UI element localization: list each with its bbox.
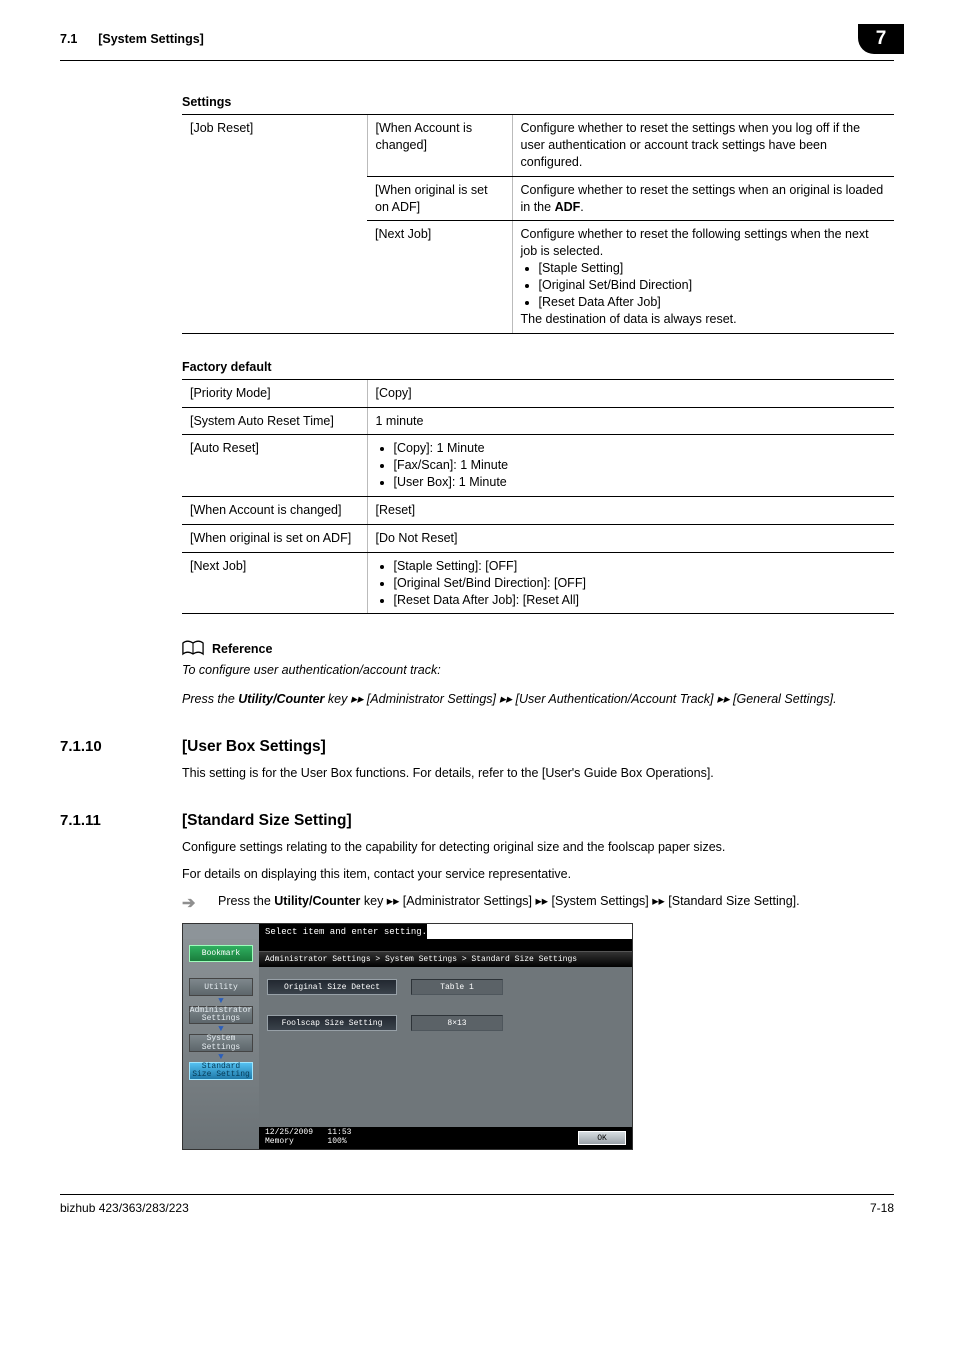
factory-value: [Staple Setting]: [OFF] [Original Set/Bi…: [367, 552, 894, 614]
heading-title: [User Box Settings]: [182, 738, 326, 756]
table-row: [When Account is changed] [Reset]: [182, 497, 894, 525]
factory-value: [Copy]: [367, 379, 894, 407]
page-number: 7-18: [870, 1201, 894, 1215]
factory-key: [Priority Mode]: [182, 379, 367, 407]
nav-utility-button[interactable]: Utility: [189, 978, 253, 996]
setting-option: [When original is set on ADF]: [367, 176, 512, 221]
page-header: 7.1 [System Settings] 7: [60, 32, 894, 54]
settings-table: [Job Reset] [When Account is changed] Co…: [182, 114, 894, 334]
book-icon: [182, 640, 204, 657]
reference-title: Reference: [212, 642, 272, 656]
bookmark-button[interactable]: Bookmark: [189, 945, 253, 962]
list-item: [Fax/Scan]: 1 Minute: [394, 457, 887, 474]
factory-key: [When Account is changed]: [182, 497, 367, 525]
embedded-screenshot: Select item and enter setting. Bookmark …: [182, 923, 633, 1150]
product-name: bizhub 423/363/283/223: [60, 1201, 189, 1215]
factory-key: [When original is set on ADF]: [182, 524, 367, 552]
list-item: [Original Set/Bind Direction]: [OFF]: [394, 575, 887, 592]
factory-value: [Do Not Reset]: [367, 524, 894, 552]
factory-value: 1 minute: [367, 407, 894, 435]
factory-value: [Reset]: [367, 497, 894, 525]
page-footer: bizhub 423/363/283/223 7-18: [60, 1194, 894, 1215]
list-item: [Original Set/Bind Direction]: [539, 277, 887, 294]
factory-key: [Next Job]: [182, 552, 367, 614]
heading-7-1-10: 7.1.10 [User Box Settings]: [60, 738, 894, 756]
table-row: [Auto Reset] [Copy]: 1 Minute [Fax/Scan]…: [182, 435, 894, 497]
procedure-step: ➔ Press the Utility/Counter key ▸▸ [Admi…: [182, 892, 894, 915]
heading-number: 7.1.10: [60, 738, 154, 755]
section-number: 7.1: [60, 32, 77, 46]
table-row: [When original is set on ADF] [Do Not Re…: [182, 524, 894, 552]
ok-button[interactable]: OK: [578, 1131, 626, 1145]
section-title: [System Settings]: [98, 32, 204, 46]
heading-7-1-11: 7.1.11 [Standard Size Setting]: [60, 812, 894, 830]
setting-name: [Job Reset]: [182, 115, 367, 334]
reference-block: Reference: [182, 640, 894, 657]
table-row: [Job Reset] [When Account is changed] Co…: [182, 115, 894, 177]
setting-description: Configure whether to reset the following…: [512, 221, 894, 333]
panel-main-area: Original Size Detect Table 1 Foolscap Si…: [259, 967, 632, 1127]
reference-text-2: Press the Utility/Counter key ▸▸ [Admini…: [182, 690, 894, 708]
body-text: This setting is for the User Box functio…: [182, 764, 894, 782]
list-item: [Reset Data After Job]: [Reset All]: [394, 592, 887, 609]
list-item: [Staple Setting]: [539, 260, 887, 277]
nav-system-settings-button[interactable]: System Settings: [189, 1034, 253, 1052]
panel-status-bar: 12/25/2009 11:53 Memory 100%: [265, 1129, 351, 1147]
foolscap-size-value: 8×13: [411, 1015, 503, 1031]
panel-breadcrumb: Administrator Settings > System Settings…: [259, 951, 632, 967]
original-size-detect-value: Table 1: [411, 979, 503, 995]
setting-description: Configure whether to reset the settings …: [512, 176, 894, 221]
original-size-detect-button[interactable]: Original Size Detect: [267, 979, 397, 995]
nav-admin-settings-button[interactable]: Administrator Settings: [189, 1006, 253, 1024]
header-rule: [60, 60, 894, 61]
chevron-down-icon: ▼: [183, 1052, 259, 1062]
table-row: [Priority Mode] [Copy]: [182, 379, 894, 407]
setting-option: [Next Job]: [367, 221, 512, 333]
chevron-down-icon: ▼: [183, 996, 259, 1006]
list-item: [Copy]: 1 Minute: [394, 440, 887, 457]
list-item: [Staple Setting]: [OFF]: [394, 558, 887, 575]
chevron-down-icon: ▼: [183, 1024, 259, 1034]
factory-value: [Copy]: 1 Minute [Fax/Scan]: 1 Minute [U…: [367, 435, 894, 497]
factory-key: [Auto Reset]: [182, 435, 367, 497]
settings-heading: Settings: [182, 95, 894, 109]
heading-number: 7.1.11: [60, 812, 154, 829]
setting-option: [When Account is changed]: [367, 115, 512, 177]
list-item: [User Box]: 1 Minute: [394, 474, 887, 491]
table-row: [Next Job] [Staple Setting]: [OFF] [Orig…: [182, 552, 894, 614]
factory-key: [System Auto Reset Time]: [182, 407, 367, 435]
reference-text-1: To configure user authentication/account…: [182, 661, 894, 679]
arrow-right-icon: ➔: [182, 892, 200, 915]
chapter-number-badge: 7: [858, 24, 904, 54]
nav-standard-size-button[interactable]: Standard Size Setting: [189, 1062, 253, 1080]
panel-instruction: Select item and enter setting.: [259, 924, 427, 939]
factory-default-heading: Factory default: [182, 360, 894, 374]
body-text: For details on displaying this item, con…: [182, 865, 894, 883]
body-text: Configure settings relating to the capab…: [182, 838, 894, 856]
foolscap-size-button[interactable]: Foolscap Size Setting: [267, 1015, 397, 1031]
factory-default-table: [Priority Mode] [Copy] [System Auto Rese…: [182, 379, 894, 615]
setting-description: Configure whether to reset the settings …: [512, 115, 894, 177]
table-row: [System Auto Reset Time] 1 minute: [182, 407, 894, 435]
list-item: [Reset Data After Job]: [539, 294, 887, 311]
heading-title: [Standard Size Setting]: [182, 812, 352, 830]
